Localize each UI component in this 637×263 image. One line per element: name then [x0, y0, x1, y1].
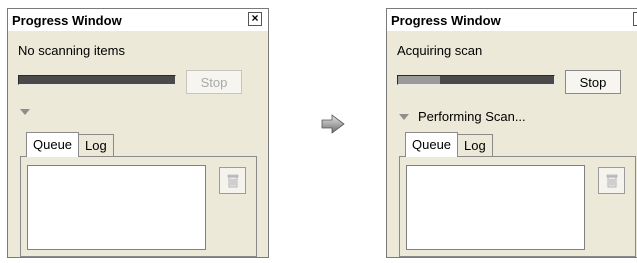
tab-label: Log	[464, 138, 486, 153]
delete-button[interactable]	[219, 167, 246, 194]
stop-button[interactable]: Stop	[565, 70, 621, 94]
disclosure-label: Performing Scan...	[418, 109, 526, 124]
queue-list[interactable]	[27, 165, 206, 250]
tab-strip: Queue Log	[26, 132, 114, 157]
tab-log[interactable]: Log	[78, 134, 114, 157]
progress-fill	[398, 76, 441, 84]
window-titlebar[interactable]: Progress Window	[387, 9, 637, 31]
close-icon[interactable]: ×	[248, 12, 262, 26]
tab-panel-queue	[399, 156, 636, 257]
trash-icon	[227, 174, 238, 187]
status-text: No scanning items	[18, 43, 125, 58]
progress-bar	[397, 75, 555, 85]
details-disclosure[interactable]	[20, 109, 39, 115]
trash-icon	[606, 174, 617, 187]
progress-window-before: Progress Window × No scanning items Stop…	[7, 8, 269, 258]
tab-label: Log	[85, 138, 107, 153]
disclosure-triangle-icon	[399, 113, 409, 120]
tab-queue[interactable]: Queue	[26, 132, 80, 157]
tab-strip: Queue Log	[405, 132, 493, 157]
tab-label: Queue	[412, 137, 452, 152]
details-disclosure[interactable]: Performing Scan...	[399, 109, 526, 124]
window-title: Progress Window	[391, 12, 501, 28]
tab-label: Queue	[33, 137, 73, 152]
window-title: Progress Window	[12, 12, 122, 28]
delete-button[interactable]	[598, 167, 625, 194]
arrow-right-icon	[321, 114, 345, 134]
close-icon[interactable]: ×	[633, 12, 637, 26]
tab-log[interactable]: Log	[457, 134, 493, 157]
stop-button-label: Stop	[579, 74, 607, 90]
progress-window-after: Progress Window × Acquiring scan Stop Pe…	[386, 8, 637, 258]
status-text: Acquiring scan	[397, 43, 483, 58]
stop-button-label: Stop	[200, 74, 228, 90]
progress-bar	[18, 75, 176, 85]
tab-panel-queue	[20, 156, 257, 257]
tab-queue[interactable]: Queue	[405, 132, 459, 157]
window-titlebar[interactable]: Progress Window	[8, 9, 268, 31]
queue-list[interactable]	[406, 165, 585, 250]
disclosure-triangle-icon	[20, 109, 30, 115]
stop-button[interactable]: Stop	[186, 70, 242, 94]
